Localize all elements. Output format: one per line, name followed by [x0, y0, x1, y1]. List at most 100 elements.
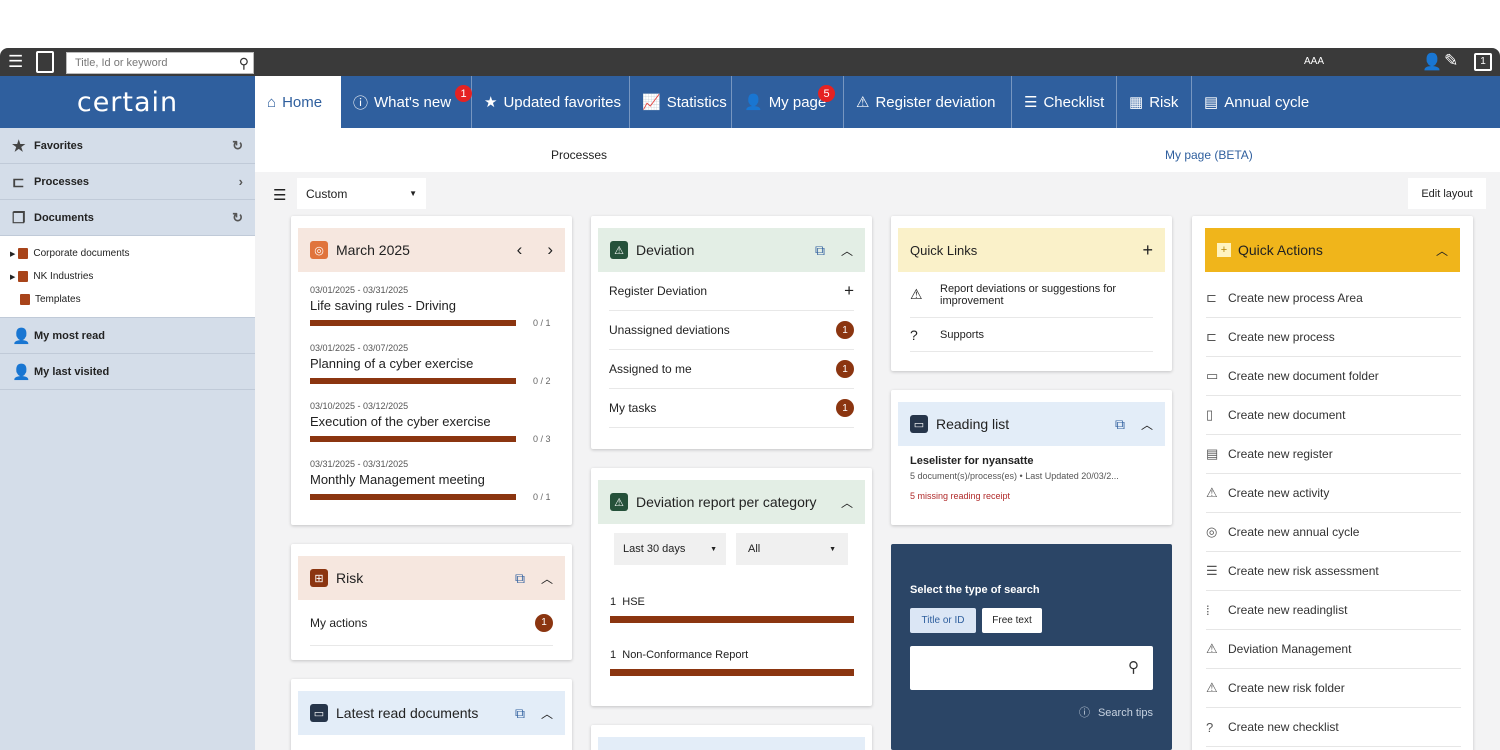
folder-icon: ▭ [910, 415, 928, 433]
list-item[interactable]: ▤ Create new register [1206, 435, 1461, 474]
list-item[interactable]: 03/10/2025 - 03/12/2025 Execution of the… [310, 401, 553, 459]
category-select[interactable]: All ▼ [736, 533, 848, 565]
tab-my-page[interactable]: 👤 My page 5 [732, 76, 844, 128]
sidebar-item-processes[interactable]: ⊏ Processes › [0, 164, 255, 200]
user-icon[interactable]: 👤 [1422, 52, 1442, 72]
search-tips-link[interactable]: ⓘ Search tips [1079, 704, 1153, 720]
my-tasks-row[interactable]: My tasks 1 [609, 389, 854, 428]
my-actions-row[interactable]: My actions 1 [310, 600, 553, 646]
chevron-up-icon[interactable]: ︿ [841, 494, 853, 511]
chevron-up-icon[interactable]: ︿ [541, 705, 553, 722]
tree-item[interactable]: ▶ Corporate documents [0, 242, 255, 265]
list-item[interactable]: 03/01/2025 - 03/31/2025 Life saving rule… [310, 285, 553, 343]
tab-whats-new[interactable]: ⓘ What's new 1 [341, 76, 472, 128]
document-icon[interactable] [36, 51, 54, 73]
tab-home[interactable]: ⌂ Home [255, 76, 341, 128]
search-type-free-text[interactable]: Free text [982, 608, 1042, 633]
list-item[interactable]: ⊏ Create new process Area [1206, 279, 1461, 318]
list-item[interactable]: ⚠ Deviation Management [1206, 630, 1461, 669]
list-item[interactable]: 03/01/2025 - 03/07/2025 Planning of a cy… [310, 343, 553, 401]
period-select[interactable]: Last 30 days ▼ [614, 533, 726, 565]
category-bar [610, 616, 854, 623]
quick-link-item[interactable]: ? Supports [910, 318, 1153, 352]
event-progress: 0 / 3 [310, 434, 553, 444]
report-item[interactable]: 1 Non-Conformance Report [610, 649, 854, 676]
process-area-icon: ⊏ [1206, 290, 1217, 305]
progress-text: 0 / 3 [533, 434, 551, 444]
open-external-icon[interactable]: ⧉ [515, 705, 525, 722]
sidebar-item-documents[interactable]: ❐ Documents ↻ [0, 200, 255, 236]
tree-item[interactable]: Templates [0, 288, 255, 311]
tree-item[interactable]: ▶ NK Industries [0, 265, 255, 288]
caret-down-icon: ▼ [829, 545, 836, 553]
list-item[interactable]: ▭ Create new document folder [1206, 357, 1461, 396]
open-external-icon[interactable]: ⧉ [815, 242, 825, 259]
row-label: Assigned to me [609, 362, 692, 376]
chevron-right-icon[interactable]: › [547, 240, 553, 260]
edit-icon[interactable]: ✎ [1444, 51, 1458, 71]
search-icon[interactable]: ⚲ [1128, 658, 1139, 676]
filter-icon[interactable]: ☰ [273, 186, 286, 204]
latest-read-header: ▭ Latest read documents ⧉ ︿ [298, 691, 565, 735]
sidebar-item-most-read[interactable]: 👤 My most read [0, 318, 255, 354]
refresh-icon[interactable]: ↻ [232, 210, 243, 226]
plus-icon[interactable]: + [1142, 240, 1153, 261]
report-item[interactable]: 1 HSE [610, 596, 854, 623]
chevron-right-icon[interactable]: › [239, 174, 243, 189]
search-type-title-or-id[interactable]: Title or ID [910, 608, 976, 633]
sidebar-item-favorites[interactable]: ★ Favorites ↻ [0, 128, 255, 164]
chevron-up-icon[interactable]: ︿ [841, 242, 853, 259]
search-panel-input[interactable]: ⚲ [910, 646, 1153, 690]
list-item[interactable]: ◎ Create new annual cycle [1206, 513, 1461, 552]
list-item[interactable]: ▯ Create new document [1206, 396, 1461, 435]
chevron-up-icon[interactable]: ︿ [1141, 416, 1153, 433]
tab-register-deviation[interactable]: ⚠ Register deviation [844, 76, 1012, 128]
plus-icon[interactable]: + [844, 281, 854, 301]
open-external-icon[interactable]: ⧉ [1115, 416, 1125, 433]
assigned-row[interactable]: Assigned to me 1 [609, 350, 854, 389]
chevron-left-icon[interactable]: ‹ [517, 240, 523, 260]
list-item[interactable]: ⚠ Create new risk folder [1206, 669, 1461, 708]
calendar-icon[interactable]: 1 [1474, 53, 1492, 71]
register-deviation-row[interactable]: Register Deviation + [609, 272, 854, 311]
tab-risk[interactable]: ▦ Risk [1117, 76, 1192, 128]
expand-icon[interactable]: ▶ [10, 250, 15, 258]
search-input[interactable]: Title, Id or keyword ⚲ [66, 52, 254, 74]
menu-icon[interactable]: ☰ [8, 53, 23, 70]
reading-item-title: Leselister for nyansatte [910, 455, 1034, 467]
tab-updated-favorites[interactable]: ★ Updated favorites [472, 76, 630, 128]
tree-item-label: Corporate documents [33, 248, 130, 259]
period-value: Last 30 days [623, 543, 686, 555]
font-size-control[interactable]: AAA [1304, 56, 1324, 67]
edit-layout-button[interactable]: Edit layout [1408, 178, 1486, 209]
expand-icon[interactable]: ▶ [10, 273, 15, 281]
list-item[interactable]: ⚠ Create new activity [1206, 474, 1461, 513]
list-item[interactable]: ☰ Create new risk assessment [1206, 552, 1461, 591]
tab-statistics[interactable]: 📈 Statistics [630, 76, 732, 128]
layout-select[interactable]: Custom ▼ [297, 178, 426, 209]
list-item[interactable]: ? Create new checklist [1206, 708, 1461, 747]
chevron-up-icon[interactable]: ︿ [1436, 242, 1448, 259]
chevron-up-icon[interactable]: ︿ [541, 570, 553, 587]
subtab-processes[interactable]: Processes [551, 148, 607, 162]
search-icon[interactable]: ⚲ [239, 55, 249, 72]
list-item[interactable]: 03/31/2025 - 03/31/2025 Monthly Manageme… [310, 459, 553, 517]
warning-icon: ⚠ [910, 286, 923, 302]
action-label: Create new activity [1228, 486, 1330, 500]
quick-link-item[interactable]: ⚠ Report deviations or suggestions for im… [910, 272, 1153, 318]
reading-list-item[interactable]: Leselister for nyansatte 5 document(s)/p… [891, 446, 1172, 501]
tab-checklist[interactable]: ☰ Checklist [1012, 76, 1117, 128]
refresh-icon[interactable]: ↻ [232, 138, 243, 154]
star-icon: ★ [12, 137, 26, 155]
subtab-my-page[interactable]: My page (BETA) [1165, 148, 1253, 162]
document-icon: ▯ [1206, 407, 1214, 422]
brand-logo[interactable]: certain [0, 76, 255, 128]
list-item[interactable]: ⊏ Create new process [1206, 318, 1461, 357]
action-label: Create new readinglist [1228, 603, 1348, 617]
tab-annual-cycle[interactable]: ▤ Annual cycle [1192, 76, 1318, 128]
documents-tree: ▶ Corporate documents ▶ NK Industries Temp… [0, 236, 255, 318]
sidebar-item-last-visited[interactable]: 👤 My last visited [0, 354, 255, 390]
open-external-icon[interactable]: ⧉ [515, 570, 525, 587]
list-item[interactable]: ⁞ Create new readinglist [1206, 591, 1461, 630]
unassigned-row[interactable]: Unassigned deviations 1 [609, 311, 854, 350]
